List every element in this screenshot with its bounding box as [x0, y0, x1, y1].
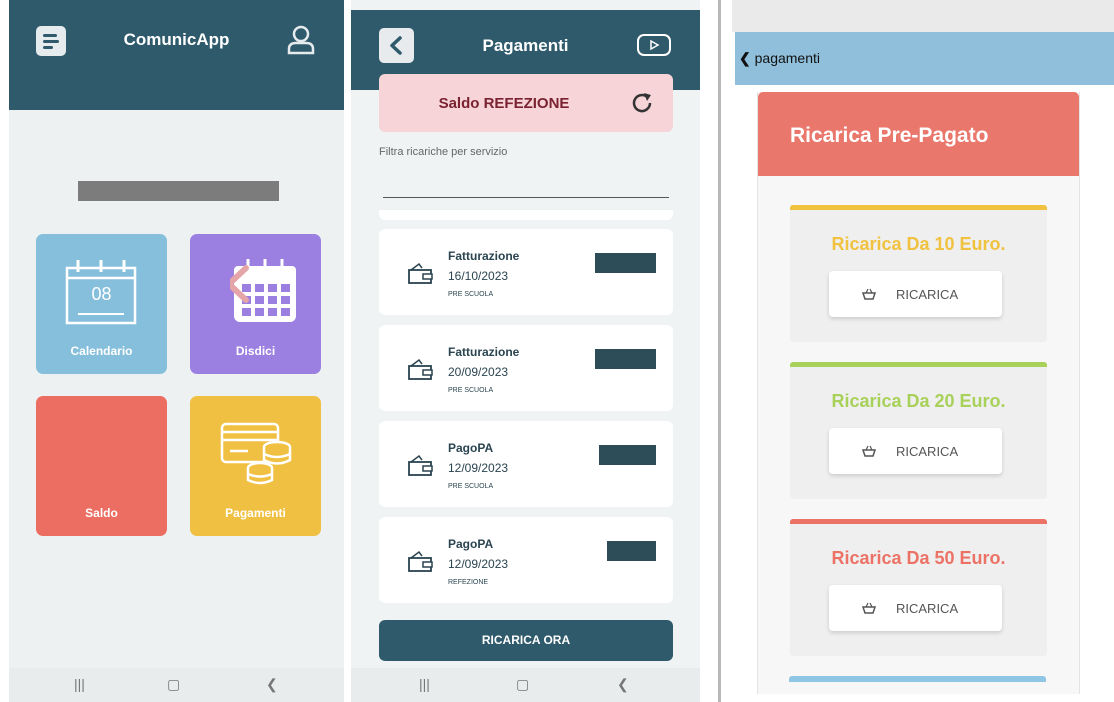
option-accent [790, 519, 1047, 524]
back-link[interactable]: ❮ pagamenti [739, 50, 820, 67]
divider [718, 0, 721, 702]
button-label: RICARICA [896, 601, 959, 616]
payment-service: PRE SCUOLA [448, 291, 494, 298]
filter-label: Filtra ricariche per servizio [379, 146, 508, 158]
redacted-amount [607, 541, 656, 561]
tile-label: Disdici [235, 344, 276, 358]
ricarica-button[interactable]: RICARICA [829, 585, 1002, 631]
payment-type: Fatturazione [448, 249, 520, 263]
saldo-card[interactable]: Saldo REFEZIONE [379, 74, 673, 132]
payment-date: 12/09/2023 [448, 461, 509, 475]
back-icon[interactable]: ❮ [617, 676, 629, 693]
wallet-icon [408, 262, 433, 284]
ricarica-button[interactable]: RICARICA [829, 271, 1002, 317]
filter-input[interactable] [383, 170, 669, 198]
system-navbar: ||| ▢ ❮ [351, 668, 700, 702]
recharge-screen: ❮ pagamenti Ricarica Pre-Pagato Ricarica… [718, 0, 1114, 702]
calendario-tile[interactable]: 08 Calendario [36, 234, 167, 374]
refresh-icon[interactable] [629, 90, 655, 116]
saldo-tile[interactable]: Saldo [36, 396, 167, 536]
payment-date: 20/09/2023 [448, 365, 509, 379]
payment-type: Fatturazione [448, 345, 520, 359]
wallet-icon [408, 454, 433, 476]
payments-screen: Pagamenti Saldo REFEZIONE Filtra ricaric… [351, 0, 700, 702]
payment-date: 16/10/2023 [448, 269, 509, 283]
status-bar [732, 0, 1114, 32]
payment-item[interactable]: Fatturazione 20/09/2023 PRE SCUOLA [379, 325, 673, 411]
card-title: Ricarica Pre-Pagato [790, 124, 989, 147]
list-item-partial [379, 210, 673, 220]
basket-icon [862, 602, 876, 614]
option-title: Ricarica Da 20 Euro. [831, 391, 1006, 411]
saldo-label: Saldo REFEZIONE [438, 95, 570, 112]
payment-date: 12/09/2023 [448, 557, 509, 571]
option-title: Ricarica Da 50 Euro. [831, 548, 1006, 568]
button-label: RICARICA [896, 444, 959, 459]
tile-label: Calendario [70, 344, 133, 358]
nav-bar: ❮ pagamenti [735, 32, 1114, 85]
recharge-card: Ricarica Pre-Pagato Ricarica Da 10 Euro.… [757, 92, 1080, 694]
home-icon[interactable]: ▢ [167, 676, 180, 693]
recent-apps-icon[interactable]: ||| [74, 676, 85, 692]
recharge-option: Ricarica Da 10 Euro. RICARICA [790, 205, 1047, 342]
back-label: pagamenti [754, 50, 821, 66]
tile-label: Saldo [85, 506, 118, 520]
redacted-amount [595, 253, 656, 273]
ricarica-ora-button[interactable]: RICARICA ORA [379, 620, 673, 661]
payment-item[interactable]: PagoPA 12/09/2023 REFEZIONE [379, 517, 673, 603]
play-video-icon[interactable] [637, 34, 671, 56]
option-title: Ricarica Da 10 Euro. [831, 234, 1006, 254]
disdici-tile[interactable]: Disdici [190, 234, 321, 374]
payment-type: PagoPA [448, 537, 494, 551]
basket-icon [862, 445, 876, 457]
button-label: RICARICA [896, 287, 959, 302]
recharge-option: Ricarica Da 20 Euro. RICARICA [790, 362, 1047, 499]
recent-apps-icon[interactable]: ||| [419, 676, 430, 692]
redacted-amount [595, 349, 656, 369]
user-icon[interactable] [286, 24, 316, 56]
wallet-icon [408, 550, 433, 572]
option-accent-partial [789, 676, 1046, 682]
cards-coins-icon [220, 422, 292, 485]
payment-service: PRE SCUOLA [448, 483, 494, 490]
payment-type: PagoPA [448, 441, 494, 455]
ricarica-button[interactable]: RICARICA [829, 428, 1002, 474]
app-header: ComunicApp [9, 0, 344, 110]
redacted-bar [78, 181, 279, 201]
home-screen: ComunicApp 08 Calendario Disdici Saldo P… [9, 0, 344, 702]
system-navbar: ||| ▢ ❮ [9, 668, 344, 702]
tile-label: Pagamenti [225, 506, 286, 520]
calendar-day: 08 [91, 284, 112, 304]
back-icon[interactable]: ❮ [266, 676, 278, 693]
pagamenti-tile[interactable]: Pagamenti [190, 396, 321, 536]
cancel-calendar-icon [230, 259, 296, 322]
card-header: Ricarica Pre-Pagato [758, 92, 1079, 176]
basket-icon [862, 288, 876, 300]
payment-service: PRE SCUOLA [448, 387, 494, 394]
wallet-icon [408, 358, 433, 380]
option-accent [790, 205, 1047, 210]
payment-service: REFEZIONE [448, 579, 489, 586]
payment-item[interactable]: PagoPA 12/09/2023 PRE SCUOLA [379, 421, 673, 507]
chevron-left-icon: ❮ [739, 50, 751, 66]
recharge-option: Ricarica Da 50 Euro. RICARICA [790, 519, 1047, 656]
option-accent [790, 362, 1047, 367]
payment-item[interactable]: Fatturazione 16/10/2023 PRE SCUOLA [379, 229, 673, 315]
home-icon[interactable]: ▢ [516, 676, 529, 693]
redacted-amount [599, 445, 656, 465]
